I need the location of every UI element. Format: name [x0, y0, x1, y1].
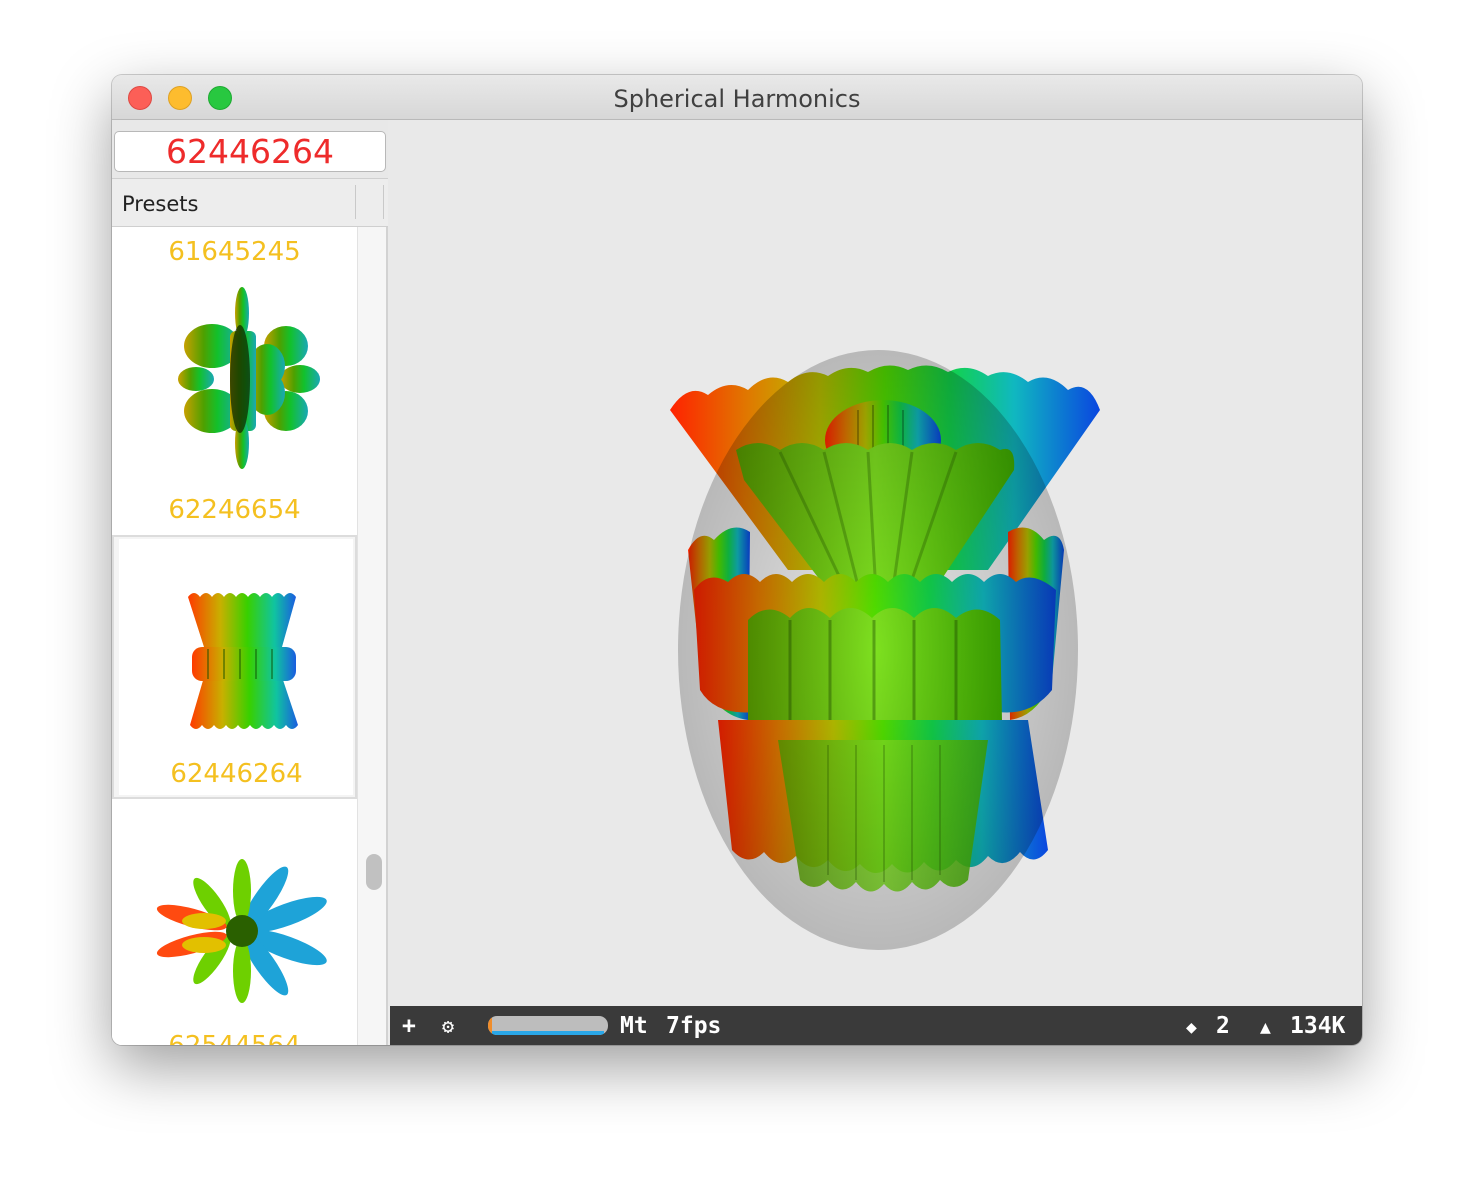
geometry-count: 2 — [1216, 1013, 1230, 1039]
preset-label: 62446264 — [170, 759, 303, 789]
preset-thumbnail — [156, 859, 327, 1003]
app-window: Spherical Harmonics 62446264 Presets 616… — [112, 75, 1362, 1045]
preset-item[interactable]: 61645245 — [112, 227, 357, 267]
preset-item[interactable]: 62246654 — [112, 271, 357, 535]
window-title: Spherical Harmonics — [613, 85, 861, 113]
performance-bar-marker — [488, 1016, 492, 1035]
presets-scrollbar[interactable] — [357, 227, 388, 1045]
triangle-count: 134K — [1290, 1013, 1346, 1039]
diamond-icon: ◆ — [1186, 1017, 1197, 1038]
plus-icon[interactable]: + — [402, 1013, 416, 1039]
presets-column-header[interactable]: Presets — [112, 178, 388, 227]
triangle-icon: ▲ — [1260, 1017, 1271, 1038]
status-bar: + ⚙ Mt 7fps ◆ 2 ▲ 134K — [390, 1006, 1362, 1045]
spherical-harmonic-render[interactable] — [388, 120, 1362, 1006]
gear-icon[interactable]: ⚙ — [442, 1013, 454, 1039]
preset-label: 62246654 — [168, 495, 301, 525]
fps-label: 7fps — [666, 1013, 722, 1039]
3d-viewport[interactable] — [388, 120, 1362, 1006]
title-bar[interactable]: Spherical Harmonics — [112, 75, 1362, 120]
column-divider — [383, 185, 384, 219]
scrollbar-thumb[interactable] — [366, 854, 382, 890]
preset-label: 62544564 — [112, 1031, 357, 1045]
preset-label: 61645245 — [168, 237, 301, 267]
sidebar: 62446264 Presets 61645245 62246654 62446… — [112, 120, 388, 1045]
harmonic-code-field[interactable]: 62446264 — [114, 131, 386, 172]
presets-header-label: Presets — [122, 192, 199, 216]
performance-bar — [488, 1016, 608, 1035]
performance-bar-fill — [488, 1031, 605, 1035]
column-divider — [355, 185, 356, 219]
presets-list[interactable]: 61645245 62246654 62446264 — [112, 227, 357, 1045]
preset-item-selected[interactable]: 62446264 — [112, 535, 357, 799]
render-mode-label: Mt — [620, 1013, 648, 1039]
preset-item[interactable]: 62544564 — [112, 799, 357, 1045]
